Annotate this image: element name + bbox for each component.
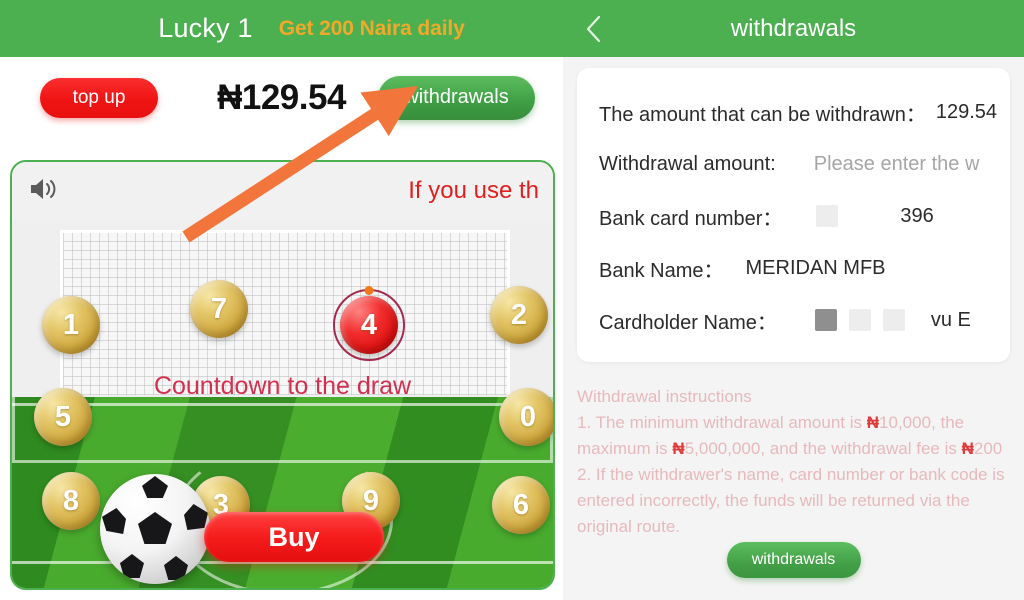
- cardholder-name-label: Cardholder Name：: [599, 311, 777, 334]
- withdrawals-button[interactable]: withdrawals: [378, 75, 535, 120]
- goal-net: [60, 230, 510, 395]
- instructions-line1-c: 5,000,000, and the withdrawal fee is: [684, 439, 962, 458]
- bank-name-value[interactable]: MERIDAN MFB: [746, 257, 886, 280]
- naira-symbol-icon: ₦: [672, 439, 685, 458]
- app-title: Lucky 1: [158, 13, 253, 43]
- buy-button[interactable]: Buy: [204, 512, 384, 562]
- soccer-patch: [138, 512, 172, 544]
- number-ball-selected[interactable]: 4: [333, 286, 405, 361]
- instructions-line1-d: 200: [973, 439, 1003, 458]
- redaction-block: [848, 309, 871, 331]
- soccer-patch: [102, 508, 126, 534]
- countdown-label: Countdown to the draw: [153, 372, 412, 400]
- instructions-heading: Withdrawal instructions: [577, 387, 752, 406]
- instructions-line-2: 2. If the withdrawer's name, card number…: [577, 465, 1005, 536]
- soccer-patch: [142, 476, 168, 498]
- soccer-patch: [120, 554, 144, 578]
- bank-card-number-value[interactable]: 396: [900, 205, 933, 228]
- bank-name-label: Bank Name：: [599, 259, 724, 282]
- withdrawal-amount-row[interactable]: Withdrawal amount: Please enter the w: [577, 138, 1010, 190]
- withdrawal-instructions: Withdrawal instructions 1. The minimum w…: [577, 384, 1010, 540]
- left-header: Lucky 1 Get 200 Naira daily: [0, 0, 563, 57]
- game-pitch: 1 7 4 2 5 0 Countdown to the draw 8 3 9 …: [12, 220, 553, 588]
- redaction-block: [882, 309, 905, 331]
- cardholder-name-row[interactable]: Cardholder Name： vu E: [577, 294, 1010, 346]
- number-ball[interactable]: 0: [499, 388, 553, 446]
- cardholder-name-value[interactable]: vu E: [931, 309, 971, 332]
- bank-card-number-label: Bank card number：: [599, 207, 783, 230]
- chevron-left-icon[interactable]: [579, 14, 609, 44]
- available-amount-label: The amount that can be withdrawn：: [599, 103, 926, 126]
- instructions-line-1: 1. The minimum withdrawal amount is ₦10,…: [577, 410, 1010, 462]
- available-amount-value: 129.54: [935, 100, 998, 123]
- withdrawal-amount-label: Withdrawal amount:: [599, 152, 776, 175]
- game-card: If you use th 1 7 4 2 5 0 Countdown to t…: [10, 160, 555, 590]
- withdrawal-form-card: The amount that can be withdrawn： 129.54…: [577, 68, 1010, 362]
- number-ball[interactable]: 7: [190, 280, 248, 338]
- withdrawals-panel: withdrawals The amount that can be withd…: [563, 0, 1024, 600]
- submit-withdrawal-button[interactable]: withdrawals: [726, 542, 861, 578]
- instructions-line1-a: 1. The minimum withdrawal amount is: [577, 413, 867, 432]
- number-ball[interactable]: 6: [492, 476, 550, 534]
- number-ball[interactable]: 1: [42, 296, 100, 354]
- naira-symbol-icon: ₦: [866, 413, 880, 432]
- bank-name-row[interactable]: Bank Name： MERIDAN MFB: [577, 242, 1010, 294]
- game-top-bar: If you use th: [12, 162, 553, 220]
- balance-amount: ₦129.54: [217, 77, 346, 117]
- promo-banner-text: Get 200 Naira daily: [278, 16, 465, 40]
- soccer-ball-graphic: [100, 474, 210, 584]
- number-ball[interactable]: 2: [490, 286, 548, 344]
- redaction-block: [816, 205, 839, 227]
- bank-card-number-row[interactable]: Bank card number： 396: [577, 190, 1010, 242]
- speaker-icon[interactable]: [28, 176, 58, 207]
- naira-symbol-icon: ₦: [961, 439, 974, 458]
- ball-number: 4: [360, 308, 378, 341]
- soccer-patch: [184, 504, 208, 530]
- redaction-block: [814, 309, 837, 331]
- field-line-top: [12, 403, 553, 406]
- announcement-text: If you use th: [408, 177, 539, 204]
- top-up-button[interactable]: top up: [40, 77, 158, 118]
- right-header: withdrawals: [563, 0, 1024, 57]
- available-amount-row: The amount that can be withdrawn： 129.54: [577, 86, 1010, 138]
- soccer-patch: [164, 556, 188, 580]
- app-root: Lucky 1 Get 200 Naira daily top up ₦129.…: [0, 0, 1024, 600]
- lottery-app-panel: Lucky 1 Get 200 Naira daily top up ₦129.…: [0, 0, 563, 600]
- number-ball[interactable]: 8: [42, 472, 100, 530]
- withdrawal-amount-input[interactable]: Please enter the w: [814, 153, 980, 176]
- panel-title: withdrawals: [730, 14, 857, 42]
- balance-bar: top up ₦129.54 withdrawals: [0, 57, 563, 138]
- number-ball[interactable]: 5: [34, 388, 92, 446]
